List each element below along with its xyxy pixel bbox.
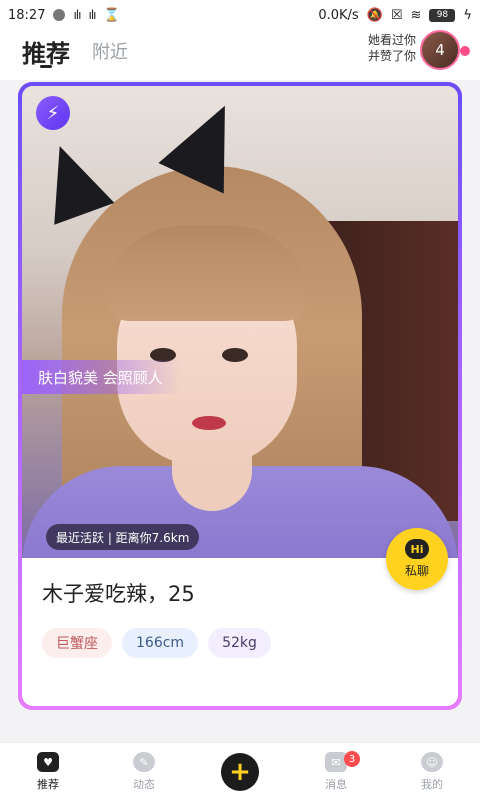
tag-zodiac: 巨蟹座 <box>42 628 112 658</box>
plus-icon: + <box>221 753 259 791</box>
private-chat-label: 私聊 <box>404 564 429 578</box>
profile-card[interactable]: ⚡ 肤白貌美 会照顾人 最近活跃 | 距离你7.6km 木子爱吃辣，25 巨蟹座… <box>18 82 462 710</box>
nav-post[interactable]: + <box>192 743 288 801</box>
smiley-icon: ☺ <box>421 752 443 772</box>
photo-bangs <box>107 226 307 321</box>
liked-count: 4 <box>435 41 445 59</box>
photo-eye-right <box>222 348 248 362</box>
lightning-icon[interactable]: ⚡ <box>36 96 70 130</box>
wifi-icon: ≋ <box>410 7 422 23</box>
tab-recommend[interactable]: 推荐 <box>22 34 70 69</box>
messages-badge: 3 <box>344 751 360 767</box>
profile-card-body: ⚡ 肤白貌美 会照顾人 最近活跃 | 距离你7.6km 木子爱吃辣，25 巨蟹座… <box>22 86 458 706</box>
top-header: 推荐 附近 她看过你 并赞了你 4 <box>0 30 480 80</box>
liked-you-notice[interactable]: 她看过你 并赞了你 <box>368 32 416 64</box>
profile-photo[interactable]: ⚡ 肤白貌美 会照顾人 最近活跃 | 距离你7.6km <box>22 86 458 558</box>
profile-name-age: 木子爱吃辣，25 <box>42 582 195 606</box>
compass-icon: ✎ <box>133 752 155 772</box>
mute-icon: 🔕 <box>366 7 383 23</box>
nav-feed-label: 动态 <box>133 778 155 791</box>
profile-tags: 巨蟹座 166cm 52kg <box>42 628 271 658</box>
bottom-nav: ♥ 推荐 ✎ 动态 + ✉ 消息 3 ☺ 我的 <box>0 742 480 801</box>
charging-icon: ϟ <box>463 7 472 23</box>
signal-icon: ılı <box>88 8 96 22</box>
hourglass-icon: ⌛ <box>103 7 120 23</box>
battery-icon: 98 <box>429 8 456 22</box>
nav-messages[interactable]: ✉ 消息 3 <box>288 743 384 801</box>
nav-recommend[interactable]: ♥ 推荐 <box>0 743 96 801</box>
network-speed: 0.0K/s <box>318 7 359 23</box>
nav-messages-label: 消息 <box>325 778 347 791</box>
activity-distance-badge: 最近活跃 | 距离你7.6km <box>46 524 200 550</box>
tag-weight: 52kg <box>208 628 271 658</box>
heart-icon <box>460 46 470 56</box>
close-box-icon: ☒ <box>390 7 403 23</box>
circle-icon <box>53 9 66 21</box>
signal-icon: ılı <box>73 8 81 22</box>
tag-height: 166cm <box>122 628 199 658</box>
nav-recommend-label: 推荐 <box>37 778 59 791</box>
status-bar: 18:27 ılı ılı ⌛ 0.0K/s 🔕 ☒ ≋ 98 ϟ <box>0 0 480 30</box>
hi-bubble-icon: Hi <box>405 539 429 559</box>
liked-line-2: 并赞了你 <box>367 49 416 63</box>
profile-tagline: 肤白貌美 会照顾人 <box>22 360 181 394</box>
nav-profile[interactable]: ☺ 我的 <box>384 743 480 801</box>
tab-indicator <box>40 65 52 68</box>
nav-profile-label: 我的 <box>421 778 443 791</box>
photo-lips <box>192 416 226 430</box>
nav-feed[interactable]: ✎ 动态 <box>96 743 192 801</box>
status-time: 18:27 <box>8 7 46 23</box>
liked-line-1: 她看过你 <box>367 33 416 47</box>
tab-nearby[interactable]: 附近 <box>92 38 128 64</box>
private-chat-button[interactable]: Hi 私聊 <box>386 528 448 590</box>
heart-card-icon: ♥ <box>37 752 59 772</box>
liked-avatar[interactable]: 4 <box>420 30 460 70</box>
